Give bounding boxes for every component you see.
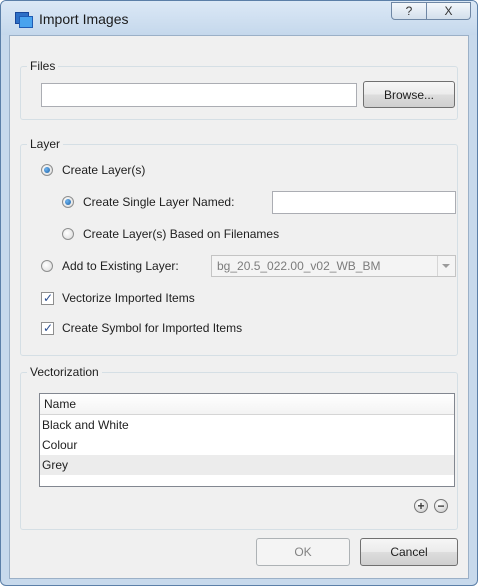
existing-layer-dropdown[interactable]: bg_20.5_022.00_v02_WB_BM (211, 255, 456, 277)
files-group-label: Files (27, 59, 59, 73)
list-item[interactable]: Grey (40, 455, 454, 475)
vectorize-option[interactable]: ✓ Vectorize Imported Items (41, 291, 195, 305)
minus-icon: − (437, 499, 445, 513)
add-to-existing-layer-option[interactable]: Add to Existing Layer: (41, 259, 179, 273)
ok-button[interactable]: OK (256, 538, 350, 566)
layer-group: Layer Create Layer(s) Create Single Laye… (20, 137, 458, 356)
checkmark-icon: ✓ (42, 320, 54, 335)
create-layers-option[interactable]: Create Layer(s) (41, 163, 145, 177)
list-column-header-name[interactable]: Name (40, 394, 454, 415)
add-preset-button[interactable]: + (414, 499, 428, 513)
app-icon (15, 12, 33, 28)
add-to-existing-layer-radio[interactable] (41, 260, 53, 272)
create-layers-label: Create Layer(s) (62, 163, 146, 177)
close-button[interactable]: X (427, 2, 471, 20)
dialog-body: Files Browse... Layer Create Layer(s) Cr… (9, 35, 469, 579)
cancel-button[interactable]: Cancel (360, 538, 458, 566)
remove-preset-button[interactable]: − (434, 499, 448, 513)
vectorize-checkbox[interactable]: ✓ (41, 290, 54, 305)
checkmark-icon: ✓ (42, 290, 54, 305)
plus-icon: + (417, 499, 425, 513)
import-images-dialog: Import Images ? X Files Browse... Layer … (0, 0, 478, 586)
add-to-existing-layer-label: Add to Existing Layer: (62, 259, 179, 273)
layer-group-label: Layer (27, 137, 64, 151)
window-title: Import Images (39, 11, 129, 27)
create-symbol-checkbox[interactable]: ✓ (41, 320, 54, 335)
vectorization-group: Vectorization Name Black and White Colou… (20, 365, 458, 530)
create-layers-radio[interactable] (41, 164, 53, 176)
title-bar[interactable]: Import Images ? X (1, 1, 477, 35)
vectorization-group-label: Vectorization (27, 365, 102, 379)
dropdown-button[interactable] (437, 256, 455, 276)
close-icon: X (444, 4, 453, 18)
files-group: Files Browse... (20, 59, 458, 120)
create-based-on-filenames-radio[interactable] (62, 228, 74, 240)
create-single-layer-option[interactable]: Create Single Layer Named: (62, 195, 234, 209)
create-symbol-option[interactable]: ✓ Create Symbol for Imported Items (41, 321, 242, 335)
chevron-down-icon (442, 264, 450, 268)
vectorize-label: Vectorize Imported Items (62, 291, 195, 305)
title-bar-buttons: ? X (391, 2, 471, 20)
single-layer-name-input[interactable] (272, 191, 456, 214)
help-icon: ? (405, 4, 413, 18)
create-single-layer-radio[interactable] (62, 196, 74, 208)
create-symbol-label: Create Symbol for Imported Items (62, 321, 243, 335)
browse-button[interactable]: Browse... (363, 81, 455, 108)
file-path-input[interactable] (41, 83, 357, 107)
vectorization-list[interactable]: Name Black and White Colour Grey (39, 393, 455, 487)
list-item[interactable]: Colour (40, 435, 454, 455)
list-item[interactable]: Black and White (40, 415, 454, 435)
create-based-on-filenames-option[interactable]: Create Layer(s) Based on Filenames (62, 227, 279, 241)
help-button[interactable]: ? (391, 2, 427, 20)
create-single-layer-label: Create Single Layer Named: (83, 195, 235, 209)
existing-layer-value: bg_20.5_022.00_v02_WB_BM (217, 259, 381, 273)
create-based-on-filenames-label: Create Layer(s) Based on Filenames (83, 227, 280, 241)
